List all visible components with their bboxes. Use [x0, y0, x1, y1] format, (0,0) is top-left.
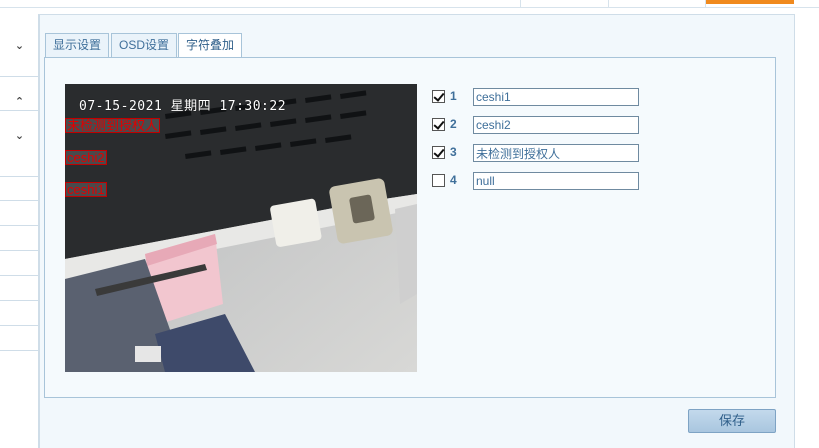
- overlay-checkbox[interactable]: [432, 118, 445, 131]
- sidebar-item[interactable]: [0, 300, 39, 301]
- tab-display-settings[interactable]: 显示设置: [45, 33, 110, 57]
- save-button[interactable]: 保存: [688, 409, 776, 433]
- sidebar: ⌄ ⌃ ⌄: [0, 14, 39, 448]
- chevron-up-icon[interactable]: ⌃: [0, 92, 39, 112]
- top-bar-segment[interactable]: [433, 0, 521, 8]
- overlay-row-number: 2: [450, 117, 457, 131]
- osd-text-overlay: ceshi1: [65, 182, 107, 197]
- tab-text-overlay[interactable]: 字符叠加: [178, 33, 243, 58]
- osd-text-overlay: 未检测到授权人: [65, 118, 161, 133]
- sidebar-item[interactable]: [0, 275, 39, 276]
- divider: [0, 76, 39, 77]
- top-bar: [0, 0, 819, 8]
- chevron-down-icon[interactable]: ⌄: [0, 126, 39, 146]
- overlay-checkbox[interactable]: [432, 90, 445, 103]
- chevron-down-icon[interactable]: ⌄: [0, 36, 39, 56]
- sidebar-item[interactable]: [0, 200, 39, 201]
- overlay-checkbox[interactable]: [432, 174, 445, 187]
- overlay-text-input[interactable]: [473, 116, 639, 134]
- overlay-row-number: 3: [450, 145, 457, 159]
- overlay-checkbox[interactable]: [432, 146, 445, 159]
- overlay-text-input[interactable]: [473, 88, 639, 106]
- sidebar-item[interactable]: [0, 250, 39, 251]
- sidebar-item[interactable]: [0, 225, 39, 226]
- overlay-text-input[interactable]: [473, 144, 639, 162]
- overlay-row-number: 4: [450, 173, 457, 187]
- overlay-text-input[interactable]: [473, 172, 639, 190]
- top-bar-segment[interactable]: [521, 0, 609, 8]
- tab-osd-settings[interactable]: OSD设置: [111, 33, 178, 57]
- osd-datetime: 07-15-2021 星期四 17:30:22: [79, 99, 287, 114]
- overlay-row-number: 1: [450, 89, 457, 103]
- active-nav-indicator: [706, 0, 794, 4]
- top-bar-segment[interactable]: [609, 0, 706, 8]
- app-root: ⌄ ⌃ ⌄ 显示设置 OSD设置 字符叠加 07-15-2021 星期四 17:…: [0, 0, 819, 448]
- sidebar-item[interactable]: [0, 176, 39, 177]
- osd-text-overlay: ceshi2: [65, 150, 107, 165]
- sidebar-item[interactable]: [0, 325, 39, 326]
- sidebar-item[interactable]: [0, 350, 39, 351]
- divider: [0, 110, 39, 111]
